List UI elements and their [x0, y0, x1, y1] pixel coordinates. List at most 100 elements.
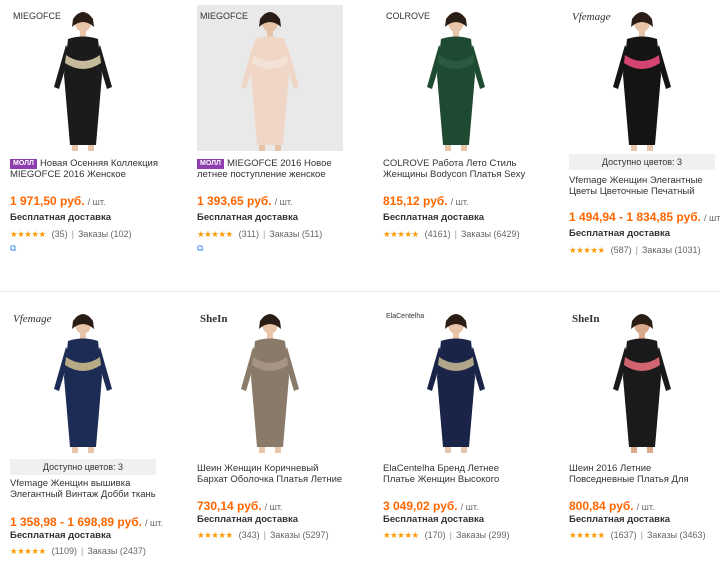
model-illustration: [383, 307, 529, 453]
rating-count: (587): [610, 245, 632, 255]
orders-count[interactable]: Заказы (6429): [461, 229, 520, 239]
free-shipping-label: Бесплатная доставка: [569, 514, 670, 525]
free-shipping-label: Бесплатная доставка: [197, 514, 298, 525]
orders-count[interactable]: Заказы (5297): [270, 530, 329, 540]
brand-logo: SheIn: [200, 313, 228, 325]
product-title-link[interactable]: Vfemage Женщин вышивка Элегантный Винтаж…: [10, 478, 156, 500]
model-leg-right: [461, 145, 467, 151]
price-unit: / шт.: [636, 502, 655, 512]
product-card[interactable]: MIEGOFCE МОЛЛ Новая Осенняя Коллекция MIE…: [10, 5, 170, 253]
model-leg-right: [461, 447, 467, 453]
product-card[interactable]: ElaCentelha ElaCentelha Бренд Летнее Пла…: [383, 307, 543, 547]
price-value: 1 971,50 руб.: [10, 194, 85, 208]
brand-logo: MIEGOFCE: [200, 11, 249, 21]
mall-badge: МОЛЛ: [10, 159, 37, 169]
free-shipping-label: Бесплатная доставка: [10, 530, 111, 541]
product-title[interactable]: COLROVE Работа Лето Стиль Женщины Bodyco…: [383, 158, 533, 180]
product-card[interactable]: MIEGOFCE МОЛЛ MIEGOFCE 2016 Новое летнее …: [197, 5, 357, 253]
product-card[interactable]: Vfemage Доступно цветов: 3 Vfemage Женщи…: [10, 307, 170, 561]
product-title[interactable]: Vfemage Женщин Элегантные Цветы Цветочны…: [569, 175, 719, 197]
available-colors[interactable]: Доступно цветов: 3: [569, 154, 715, 170]
orders-count[interactable]: Заказы (102): [78, 229, 132, 239]
row-divider: [0, 291, 720, 292]
product-title[interactable]: Vfemage Женщин вышивка Элегантный Винтаж…: [10, 478, 160, 500]
product-image[interactable]: [197, 5, 343, 151]
rating-stars: ★★★★★: [197, 530, 233, 540]
brand-logo: MIEGOFCE: [13, 11, 62, 21]
product-image[interactable]: [10, 307, 156, 453]
model-illustration: [383, 5, 529, 151]
product-title[interactable]: ElaCentelha Бренд Летнее Платье Женщин В…: [383, 463, 533, 485]
model-leg-left: [259, 447, 265, 453]
model-leg-right: [88, 145, 94, 151]
product-title[interactable]: МОЛЛ Новая Осенняя Коллекция MIEGOFCE 201…: [10, 158, 160, 180]
rating-stars: ★★★★★: [197, 229, 233, 239]
price-unit: / шт.: [704, 213, 720, 223]
model-leg-right: [647, 447, 653, 453]
rating-stars: ★★★★★: [383, 530, 419, 540]
rating-row: ★★★★★ (4161) | Заказы (6429): [383, 229, 520, 239]
rating-count: (4161): [424, 229, 451, 239]
orders-count[interactable]: Заказы (2437): [87, 546, 146, 556]
model-leg-left: [72, 145, 78, 151]
product-image[interactable]: [10, 5, 156, 151]
free-shipping-label: Бесплатная доставка: [197, 212, 298, 223]
model-leg-left: [259, 145, 265, 151]
product-title-link[interactable]: Шеин Женщин Коричневый Бархат Оболочка П…: [197, 463, 342, 485]
orders-count[interactable]: Заказы (1031): [642, 245, 701, 255]
orders-count[interactable]: Заказы (511): [269, 229, 322, 239]
available-colors[interactable]: Доступно цветов: 3: [10, 459, 156, 475]
model-leg-right: [275, 447, 281, 453]
rating-row: ★★★★★ (170) | Заказы (299): [383, 530, 510, 540]
product-title-link[interactable]: COLROVE Работа Лето Стиль Женщины Bodyco…: [383, 158, 525, 180]
rating-stars: ★★★★★: [569, 530, 605, 540]
rating-row: ★★★★★ (587) | Заказы (1031): [569, 245, 701, 255]
product-title-link[interactable]: Шеин 2016 Летние Повседневные Платья Для: [569, 463, 689, 485]
model-leg-left: [72, 447, 78, 453]
product-title-link[interactable]: Vfemage Женщин Элегантные Цветы Цветочны…: [569, 175, 703, 197]
model-leg-left: [631, 145, 637, 151]
model-leg-right: [275, 145, 281, 151]
product-card[interactable]: Vfemage Доступно цветов: 3 Vfemage Женщи…: [569, 5, 720, 260]
product-title-link[interactable]: ElaCentelha Бренд Летнее Платье Женщин В…: [383, 463, 499, 485]
product-image[interactable]: [197, 307, 343, 453]
price-value: 815,12 руб.: [383, 194, 448, 208]
brand-logo: COLROVE: [386, 11, 431, 21]
model-illustration: [197, 5, 343, 151]
product-price: 800,84 руб. / шт.: [569, 499, 655, 513]
product-title[interactable]: МОЛЛ MIEGOFCE 2016 Новое летнее поступлен…: [197, 158, 347, 180]
model-illustration: [569, 5, 715, 151]
orders-count[interactable]: Заказы (3463): [647, 530, 706, 540]
product-title[interactable]: Шеин Женщин Коричневый Бархат Оболочка П…: [197, 463, 347, 485]
model-illustration: [569, 307, 715, 453]
rating-row: ★★★★★ (311) | Заказы (511): [197, 229, 323, 239]
product-image[interactable]: [383, 307, 529, 453]
rating-count: (343): [238, 530, 260, 540]
rating-count: (1637): [610, 530, 637, 540]
rating-stars: ★★★★★: [383, 229, 419, 239]
product-price: 1 393,65 руб. / шт.: [197, 194, 293, 208]
model-leg-left: [445, 447, 451, 453]
price-unit: / шт.: [460, 502, 479, 512]
model-leg-left: [445, 145, 451, 151]
product-image[interactable]: [383, 5, 529, 151]
product-card[interactable]: SheIn Шеин 2016 Летние Повседневные Плат…: [569, 307, 720, 547]
rating-row: ★★★★★ (1637) | Заказы (3463): [569, 530, 706, 540]
product-price: 1 971,50 руб. / шт.: [10, 194, 106, 208]
price-value: 3 049,02 руб.: [383, 499, 458, 513]
rating-row: ★★★★★ (343) | Заказы (5297): [197, 530, 329, 540]
model-leg-left: [631, 447, 637, 453]
product-title[interactable]: Шеин 2016 Летние Повседневные Платья Для: [569, 463, 719, 485]
rating-stars: ★★★★★: [10, 229, 46, 239]
brand-logo: SheIn: [572, 313, 600, 325]
product-card[interactable]: SheIn Шеин Женщин Коричневый Бархат Обол…: [197, 307, 357, 547]
product-image[interactable]: [569, 5, 715, 151]
product-card[interactable]: COLROVE COLROVE Работа Лето Стиль Женщин…: [383, 5, 543, 245]
model-leg-right: [647, 145, 653, 151]
orders-count[interactable]: Заказы (299): [456, 530, 510, 540]
product-image[interactable]: [569, 307, 715, 453]
coupon-icon[interactable]: ⧉: [10, 243, 16, 254]
free-shipping-label: Бесплатная доставка: [10, 212, 111, 223]
rating-stars: ★★★★★: [569, 245, 605, 255]
coupon-icon[interactable]: ⧉: [197, 243, 203, 254]
